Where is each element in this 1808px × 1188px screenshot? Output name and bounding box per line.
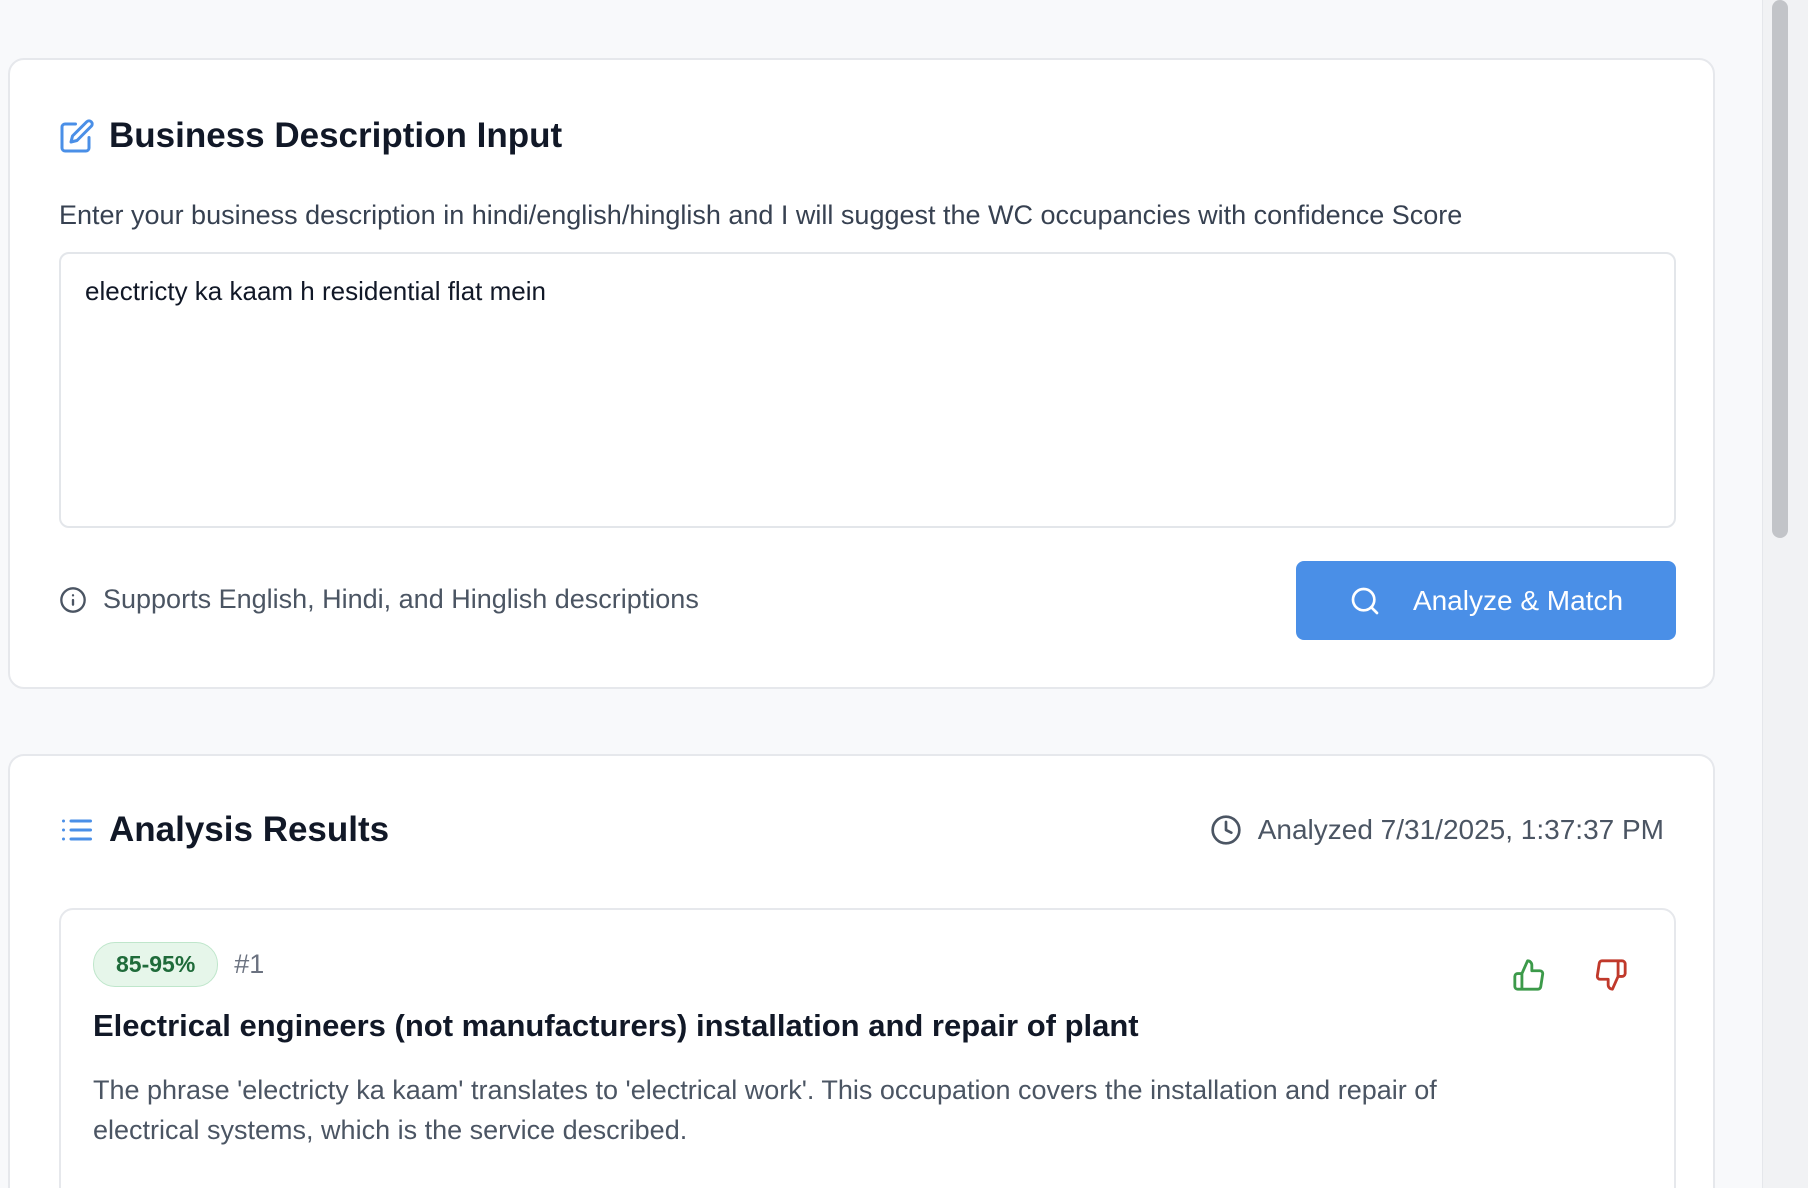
language-hint-text: Supports English, Hindi, and Hinglish de…	[103, 584, 699, 614]
thumbs-up-icon	[1512, 959, 1546, 995]
thumbs-down-icon	[1594, 959, 1628, 995]
analysis-results-card: Analysis Results Analyzed 7/31/2025, 1:3…	[8, 754, 1715, 1188]
page: Business Description Input Enter your bu…	[0, 0, 1808, 1188]
results-card-title: Analysis Results	[109, 810, 390, 849]
business-description-textarea[interactable]: electricty ka kaam h residential flat me…	[59, 252, 1676, 528]
results-card-header: Analysis Results	[59, 810, 389, 850]
thumbs-up-button[interactable]	[1512, 958, 1546, 995]
scrollbar-thumb[interactable]	[1772, 0, 1788, 538]
analyze-match-button[interactable]: Analyze & Match	[1296, 561, 1676, 640]
analyze-match-label: Analyze & Match	[1412, 584, 1624, 616]
result-meta: 85-95% #1	[93, 942, 264, 987]
confidence-badge: 85-95%	[93, 942, 219, 987]
business-description-card: Business Description Input Enter your bu…	[8, 58, 1715, 689]
edit-icon	[59, 118, 95, 154]
input-card-title: Business Description Input	[109, 116, 563, 155]
timestamp-text: Analyzed 7/31/2025, 1:37:37 PM	[1257, 814, 1664, 845]
result-occupancy-title: Electrical engineers (not manufacturers)…	[93, 1008, 1139, 1043]
search-icon	[1349, 585, 1381, 617]
analysis-timestamp: Analyzed 7/31/2025, 1:37:37 PM	[1210, 814, 1664, 846]
result-rank: #1	[234, 949, 265, 979]
result-item: 85-95% #1 Electrical engineers (not manu…	[59, 908, 1676, 1188]
list-icon	[59, 812, 95, 848]
language-hint: Supports English, Hindi, and Hinglish de…	[59, 584, 699, 615]
info-icon	[59, 586, 87, 614]
clock-icon	[1210, 814, 1242, 846]
input-instructions: Enter your business description in hindi…	[59, 200, 1463, 230]
feedback-buttons	[1512, 958, 1628, 995]
thumbs-down-button[interactable]	[1594, 958, 1628, 995]
input-card-header: Business Description Input	[59, 116, 562, 156]
result-explanation: The phrase 'electricty ka kaam' translat…	[93, 1075, 1437, 1145]
